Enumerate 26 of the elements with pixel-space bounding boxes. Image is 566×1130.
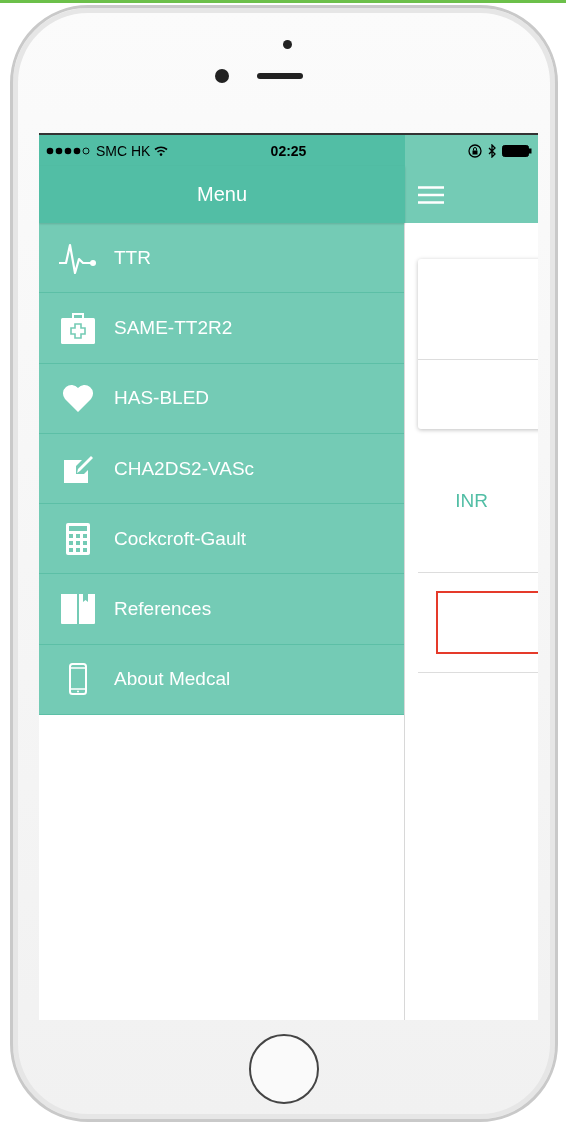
- menu-item[interactable]: References: [39, 574, 404, 645]
- bluetooth-icon: [488, 143, 496, 158]
- menu-item[interactable]: About Medcal: [39, 644, 404, 716]
- edit-icon: [61, 453, 94, 484]
- input-field[interactable]: [436, 591, 538, 654]
- battery-icon: [502, 144, 532, 157]
- sensor-dot: [282, 40, 292, 49]
- menu-item[interactable]: TTR: [39, 223, 404, 294]
- medical-kit-icon: [60, 311, 95, 344]
- field-label: INR: [455, 489, 488, 512]
- menu-item[interactable]: CHA2DS2-VASc: [39, 433, 404, 505]
- carrier-name: SMC HK: [96, 142, 151, 159]
- smartphone-icon: [68, 663, 87, 696]
- menu-item[interactable]: Cockcroft-Gault: [39, 504, 404, 575]
- menu-item[interactable]: SAME-TT2R2: [39, 293, 404, 364]
- signal-icon: [46, 146, 92, 155]
- book-icon: [60, 593, 95, 626]
- camera-dot: [215, 69, 229, 83]
- clock-time: 02:25: [270, 142, 307, 159]
- heart-icon: [61, 383, 94, 414]
- menu-title: Menu: [197, 183, 247, 206]
- menu-item[interactable]: HAS-BLED: [39, 363, 404, 434]
- calculator-icon: [65, 522, 90, 555]
- wifi-icon: [154, 145, 169, 156]
- rotation-lock-icon: [468, 143, 482, 158]
- speaker-slot: [257, 73, 303, 79]
